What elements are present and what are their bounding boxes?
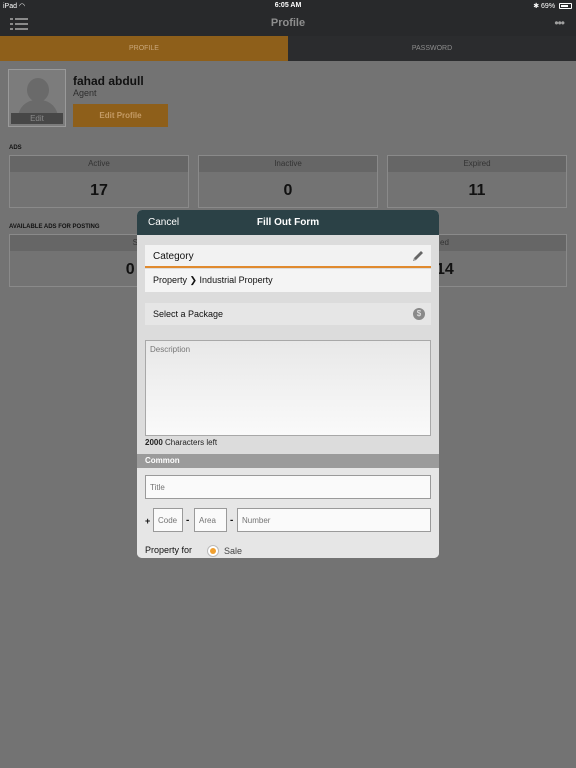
- phone-separator: -: [230, 515, 234, 526]
- status-right: ✱ 69%: [533, 2, 572, 10]
- more-icon[interactable]: •••: [554, 16, 565, 30]
- nav-bar: Profile •••: [0, 12, 576, 36]
- phone-code-input[interactable]: [153, 508, 183, 532]
- modal-header: Cancel Fill Out Form: [137, 210, 439, 235]
- stat-value: 11: [468, 182, 486, 199]
- ads-section-label: ADS: [9, 145, 22, 151]
- sale-label[interactable]: Sale: [224, 546, 242, 556]
- stat-value: 17: [90, 182, 108, 199]
- category-value: Property ❯ Industrial Property: [153, 275, 273, 285]
- category-row[interactable]: Category: [145, 245, 431, 268]
- page-title: Profile: [270, 17, 306, 29]
- common-section: + - - Property for Sale: [137, 468, 439, 558]
- tab-bar: PROFILE PASSWORD: [0, 36, 576, 61]
- property-for-label: Property for: [145, 545, 193, 555]
- stat-label: Inactive: [199, 156, 377, 172]
- available-section-label: AVAILABLE ADS FOR POSTING: [9, 224, 100, 230]
- common-section-header: Common: [137, 454, 439, 468]
- category-label: Category: [153, 251, 194, 262]
- description-input[interactable]: [145, 340, 431, 436]
- user-name: fahad abdull: [73, 74, 144, 88]
- avatar-placeholder-icon: [27, 78, 49, 102]
- status-time: 6:05 AM: [274, 2, 302, 9]
- stat-expired: Expired 11: [387, 155, 567, 208]
- pencil-icon[interactable]: [411, 249, 425, 263]
- avatar-edit-button[interactable]: Edit: [11, 113, 63, 124]
- category-value-row[interactable]: Property ❯ Industrial Property: [145, 269, 431, 292]
- status-bar: iPad ◠ 6:05 AM ✱ 69%: [0, 0, 576, 12]
- stat-active: Active 17: [9, 155, 189, 208]
- modal-title: Fill Out Form: [256, 217, 320, 228]
- avatar[interactable]: Edit: [8, 69, 66, 127]
- stat-label: Expired: [388, 156, 566, 172]
- edit-profile-button[interactable]: Edit Profile: [73, 104, 168, 127]
- chars-left: 2000 Characters left: [145, 438, 217, 447]
- tab-password[interactable]: PASSWORD: [288, 36, 576, 61]
- select-package-row[interactable]: Select a Package $: [145, 303, 431, 325]
- stat-inactive: Inactive 0: [198, 155, 378, 208]
- phone-area-input[interactable]: [194, 508, 227, 532]
- stat-label: Active: [10, 156, 188, 172]
- sale-radio[interactable]: [207, 545, 219, 557]
- stat-value: 0: [283, 182, 293, 199]
- phone-number-input[interactable]: [237, 508, 431, 532]
- battery-percent: 69%: [541, 3, 556, 10]
- fill-out-form-modal: Cancel Fill Out Form Category Property ❯…: [137, 210, 439, 558]
- battery-icon: [559, 3, 572, 9]
- dollar-icon: $: [413, 308, 425, 320]
- package-label: Select a Package: [153, 309, 224, 319]
- chars-count: 2000: [145, 438, 163, 447]
- title-input[interactable]: [145, 475, 431, 499]
- user-role: Agent: [73, 88, 97, 98]
- tab-profile[interactable]: PROFILE: [0, 36, 288, 61]
- chars-left-text: Characters left: [162, 438, 218, 447]
- bluetooth-icon: ✱: [533, 3, 540, 10]
- phone-separator: -: [186, 515, 190, 526]
- phone-plus: +: [145, 516, 151, 526]
